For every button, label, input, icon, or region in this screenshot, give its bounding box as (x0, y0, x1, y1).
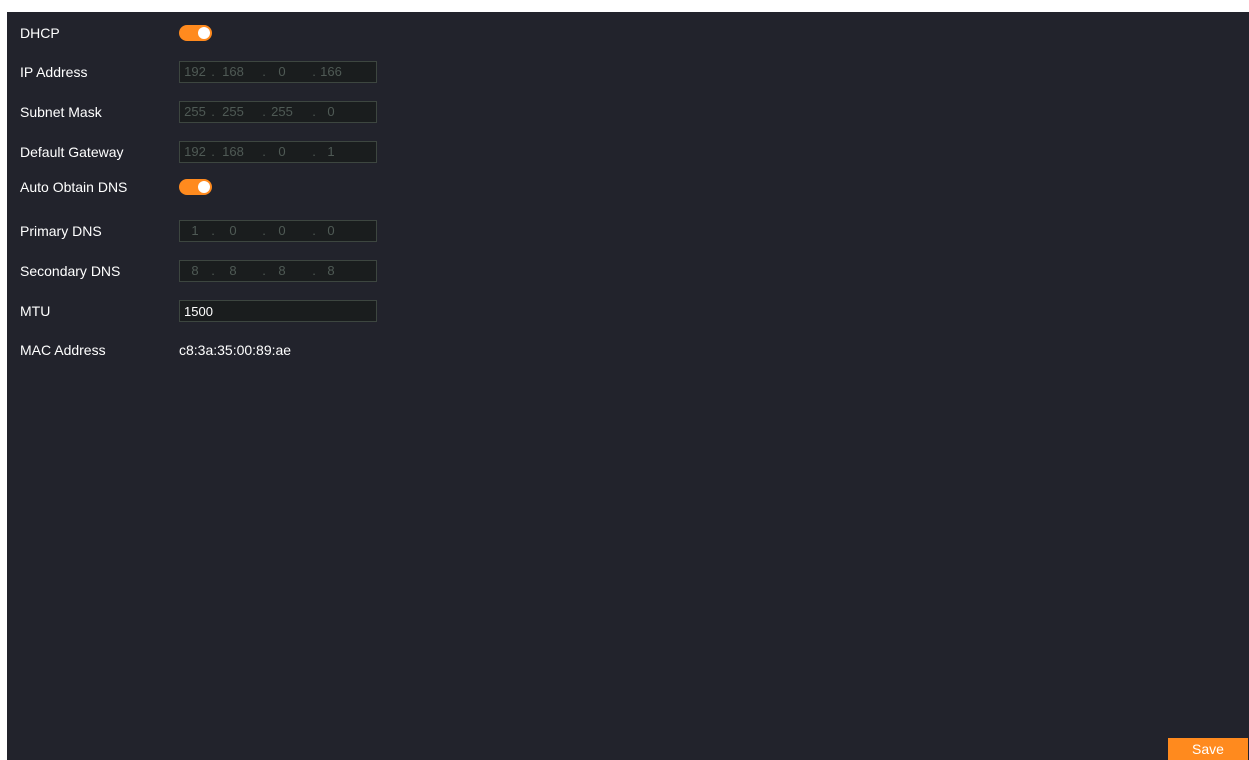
ip-octet-3: 8 (278, 263, 286, 278)
primary-dns-row: Primary DNS 1 . 0 . 0 . 0 (7, 220, 607, 242)
dhcp-toggle[interactable] (179, 25, 212, 41)
mac-address-row: MAC Address c8:3a:35:00:89:ae (7, 339, 607, 361)
default-gateway-input[interactable]: 192 . 168 . 0 . 1 (179, 141, 377, 163)
ip-octet-3: 0 (278, 223, 286, 238)
ip-separator: . (211, 223, 215, 238)
toggle-knob (198, 27, 210, 39)
ip-separator: . (211, 104, 215, 119)
ip-address-label: IP Address (20, 64, 88, 80)
ip-octet-2: 8 (229, 263, 237, 278)
default-gateway-row: Default Gateway 192 . 168 . 0 . 1 (7, 141, 607, 163)
ip-octet-3: 0 (278, 144, 286, 159)
primary-dns-label: Primary DNS (20, 223, 102, 239)
ip-octet-4: 166 (320, 64, 342, 79)
ip-octet-2: 168 (222, 64, 244, 79)
auto-dns-toggle[interactable] (179, 179, 212, 195)
ip-octet-1: 8 (191, 263, 199, 278)
mac-address-value: c8:3a:35:00:89:ae (179, 342, 292, 358)
ip-octet-4: 0 (327, 104, 335, 119)
ip-octet-1: 255 (184, 104, 206, 119)
toggle-knob (198, 181, 210, 193)
dhcp-row: DHCP (7, 22, 607, 44)
ip-address-row: IP Address 192 . 168 . 0 . 166 (7, 61, 607, 83)
ip-octet-4: 1 (327, 144, 335, 159)
mac-address-label: MAC Address (20, 342, 106, 358)
subnet-mask-label: Subnet Mask (20, 104, 102, 120)
auto-dns-row: Auto Obtain DNS (7, 176, 607, 198)
ip-octet-3: 0 (278, 64, 286, 79)
ip-octet-1: 1 (191, 223, 199, 238)
subnet-mask-row: Subnet Mask 255 . 255 . 255 . 0 (7, 101, 607, 123)
mtu-row: MTU (7, 300, 607, 322)
dhcp-label: DHCP (20, 25, 60, 41)
auto-dns-label: Auto Obtain DNS (20, 179, 128, 195)
ip-separator: . (211, 144, 215, 159)
ip-octet-1: 192 (184, 64, 206, 79)
ip-octet-4: 8 (327, 263, 335, 278)
ip-separator: . (211, 64, 215, 79)
secondary-dns-row: Secondary DNS 8 . 8 . 8 . 8 (7, 260, 607, 282)
ip-octet-2: 168 (222, 144, 244, 159)
ip-octet-1: 192 (184, 144, 206, 159)
ip-octet-2: 255 (222, 104, 244, 119)
ip-octet-4: 0 (327, 223, 335, 238)
mtu-label: MTU (20, 303, 51, 319)
network-settings-panel: DHCP IP Address 192 . 168 . 0 . 166 Subn… (7, 12, 1249, 760)
ip-address-input[interactable]: 192 . 168 . 0 . 166 (179, 61, 377, 83)
mtu-input[interactable] (179, 300, 377, 322)
secondary-dns-input[interactable]: 8 . 8 . 8 . 8 (179, 260, 377, 282)
subnet-mask-input[interactable]: 255 . 255 . 255 . 0 (179, 101, 377, 123)
ip-octet-2: 0 (229, 223, 237, 238)
primary-dns-input[interactable]: 1 . 0 . 0 . 0 (179, 220, 377, 242)
ip-separator: . (211, 263, 215, 278)
save-button[interactable]: Save (1168, 738, 1248, 760)
ip-octet-3: 255 (271, 104, 293, 119)
default-gateway-label: Default Gateway (20, 144, 124, 160)
secondary-dns-label: Secondary DNS (20, 263, 121, 279)
